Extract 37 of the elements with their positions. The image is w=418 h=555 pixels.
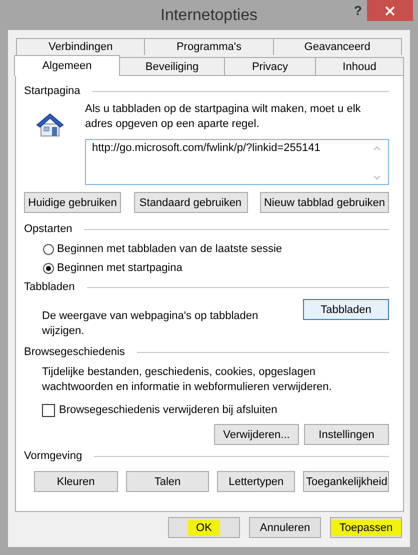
dialog-button[interactable]: Toepassen <box>330 517 402 538</box>
push-button[interactable]: Standaard gebruiken <box>134 192 248 213</box>
push-button[interactable]: Toegankelijkheid <box>303 471 389 492</box>
section-heading: Vormgeving <box>24 450 82 462</box>
description-text: De weergave van webpagina's op tabbladen wijzigen. <box>42 309 260 339</box>
dialog-button[interactable]: OK <box>168 517 240 538</box>
push-button[interactable]: Kleuren <box>34 471 118 492</box>
description-text: Tijdelijke bestanden, geschiedenis, cookies, opgeslagen wachtwoorden en informatie in webformulieren verwijderen. <box>41 365 333 395</box>
help-button[interactable]: ? <box>350 3 366 18</box>
tab[interactable]: Geavanceerd <box>272 38 402 55</box>
section-heading: Browsegeschiedenis <box>24 346 125 358</box>
section-heading: Tabbladen <box>24 281 75 293</box>
instruction-text: Als u tabbladen op de startpagina wilt maken, moet u elk adres opgeven op een aparte regel. <box>85 102 362 132</box>
tab[interactable]: Beveiliging <box>119 57 225 75</box>
push-button[interactable]: Talen <box>126 471 210 492</box>
tab[interactable]: Inhoud <box>315 57 404 75</box>
push-button[interactable]: Instellingen <box>304 424 389 445</box>
address-field[interactable]: http://go.microsoft.com/fwlink/p/?linkid=255141 <box>85 139 389 185</box>
close-icon <box>385 6 395 16</box>
tab[interactable]: Privacy <box>224 57 316 75</box>
push-button[interactable]: Huidige gebruiken <box>24 192 121 213</box>
checkbox-option[interactable]: Browsegeschiedenis verwijderen bij afsluiten <box>24 402 389 418</box>
push-button[interactable]: Lettertypen <box>217 471 295 492</box>
dialog-button[interactable]: Annuleren <box>249 517 321 538</box>
tabs-button[interactable]: Tabbladen <box>303 299 389 320</box>
radio-option[interactable]: Beginnen met startpagina <box>43 260 389 276</box>
section-heading: Startpagina <box>24 85 80 97</box>
tab[interactable]: Verbindingen <box>16 38 146 55</box>
close-button[interactable] <box>367 0 413 21</box>
window-title: Internetopties <box>160 7 258 25</box>
tab[interactable]: Programma's <box>144 38 274 55</box>
house-icon <box>36 112 64 138</box>
section-heading: Opstarten <box>24 223 72 235</box>
push-button[interactable]: Verwijderen... <box>214 424 299 445</box>
tab[interactable]: Algemeen <box>14 55 120 76</box>
push-button[interactable]: Nieuw tabblad gebruiken <box>260 192 389 213</box>
radio-option[interactable]: Beginnen met tabbladen van de laatste sessie <box>43 241 389 257</box>
